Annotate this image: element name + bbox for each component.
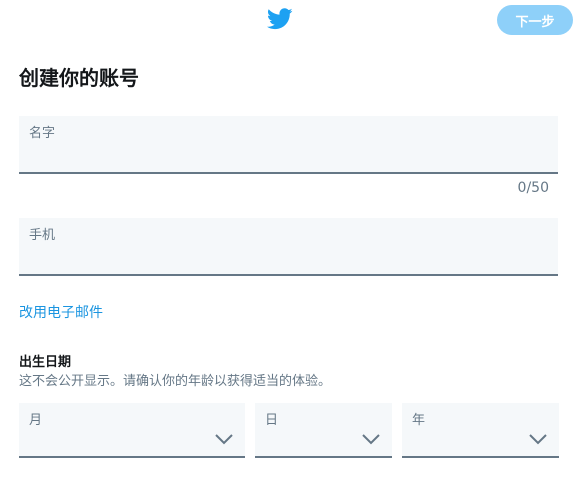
next-button[interactable]: 下一步 <box>497 5 573 35</box>
birthdate-title: 出生日期 <box>19 355 72 370</box>
day-select[interactable]: 日 <box>255 403 392 458</box>
month-label: 月 <box>29 413 43 428</box>
use-email-link[interactable]: 改用电子邮件 <box>19 302 103 322</box>
chevron-down-icon <box>362 434 380 445</box>
day-label: 日 <box>265 413 279 428</box>
birthdate-description: 这不会公开显示。请确认你的年龄以获得适当的体验。 <box>19 374 332 389</box>
page-title: 创建你的账号 <box>19 66 139 90</box>
phone-field[interactable]: 手机 <box>19 218 558 276</box>
chevron-down-icon <box>215 434 233 445</box>
phone-field-label: 手机 <box>29 228 56 243</box>
phone-input[interactable] <box>29 250 548 268</box>
name-field[interactable]: 名字 <box>19 116 558 174</box>
year-label: 年 <box>412 413 426 428</box>
name-input[interactable] <box>29 148 548 166</box>
chevron-down-icon <box>529 434 547 445</box>
year-select[interactable]: 年 <box>402 403 559 458</box>
month-select[interactable]: 月 <box>19 403 245 458</box>
name-field-label: 名字 <box>29 126 56 141</box>
twitter-bird-icon <box>267 8 293 30</box>
name-char-counter: 0/50 <box>517 180 549 196</box>
top-bar: 下一步 <box>0 0 578 40</box>
